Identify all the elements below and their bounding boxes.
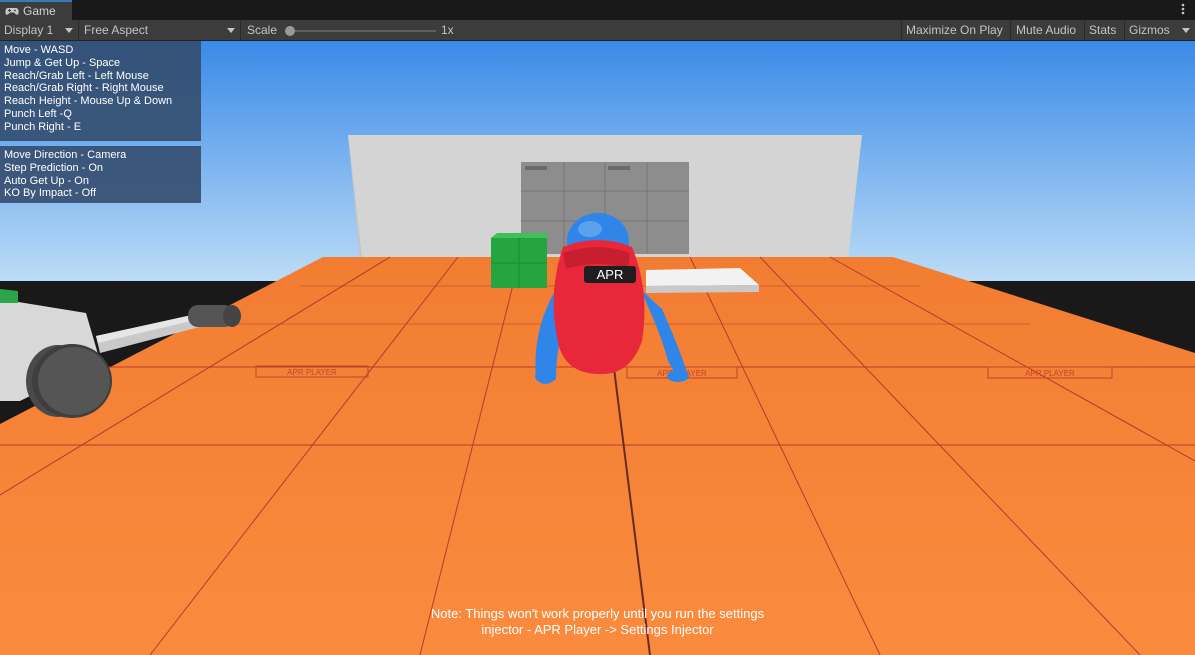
control-line: Reach/Grab Right - Right Mouse	[4, 82, 164, 95]
kebab-menu-icon[interactable]	[1181, 3, 1187, 17]
stats-toggle[interactable]: Stats	[1085, 20, 1125, 40]
control-line: Punch Right - E	[4, 120, 82, 133]
white-platform	[646, 268, 759, 293]
controls-panel: Move - WASD Jump & Get Up - Space Reach/…	[0, 41, 201, 141]
display-label: Display 1	[4, 23, 54, 37]
gizmos-label: Gizmos	[1129, 23, 1170, 37]
tab-game[interactable]: Game	[0, 0, 72, 20]
aspect-dropdown[interactable]: Free Aspect	[79, 20, 241, 40]
aspect-label: Free Aspect	[84, 23, 149, 37]
note-line-1: Note: Things won't work properly until y…	[430, 606, 765, 621]
control-line: Jump & Get Up - Space	[4, 56, 121, 69]
settings-panel: Move Direction - Camera Step Prediction …	[0, 146, 201, 203]
game-viewport[interactable]: APR PLAYER APR PLAYER APR PLAYER APR Mov…	[0, 41, 1195, 655]
gamepad-icon	[5, 7, 19, 15]
chevron-down-icon	[65, 28, 73, 33]
game-toolbar: Display 1 Free Aspect Scale 1x Maximize …	[0, 20, 1195, 41]
control-line: Reach Height - Mouse Up & Down	[4, 95, 173, 108]
mute-audio-toggle[interactable]: Mute Audio	[1011, 20, 1085, 40]
control-line: Reach/Grab Left - Left Mouse	[4, 69, 149, 82]
display-dropdown[interactable]: Display 1	[0, 20, 79, 40]
setting-line: Auto Get Up - On	[4, 174, 89, 187]
scale-slider-track[interactable]	[288, 30, 436, 32]
note-line-2: injector - APR Player -> Settings Inject…	[481, 622, 714, 637]
chevron-down-icon	[1182, 28, 1190, 33]
scale-label: Scale	[247, 23, 278, 37]
setting-line: Step Prediction - On	[4, 161, 104, 174]
control-line: Punch Left -Q	[4, 107, 72, 120]
floor-label-3: APR PLAYER	[1025, 369, 1075, 378]
setting-line: Move Direction - Camera	[4, 149, 127, 161]
tab-bar: Game	[0, 0, 1195, 20]
tab-title: Game	[23, 4, 56, 18]
chevron-down-icon	[227, 28, 235, 33]
setting-line: KO By Impact - Off	[4, 187, 97, 200]
floor-label-1: APR PLAYER	[287, 368, 337, 377]
scale-value: 1x	[441, 23, 454, 37]
maximize-on-play-toggle[interactable]: Maximize On Play	[901, 20, 1011, 40]
character-label: APR	[597, 267, 624, 282]
scale-slider-handle[interactable]	[285, 26, 295, 36]
green-box	[491, 233, 548, 288]
settings-note: Note: Things won't work properly until y…	[0, 606, 1195, 638]
control-line: Move - WASD	[4, 44, 74, 56]
gizmos-dropdown[interactable]: Gizmos	[1125, 20, 1195, 40]
